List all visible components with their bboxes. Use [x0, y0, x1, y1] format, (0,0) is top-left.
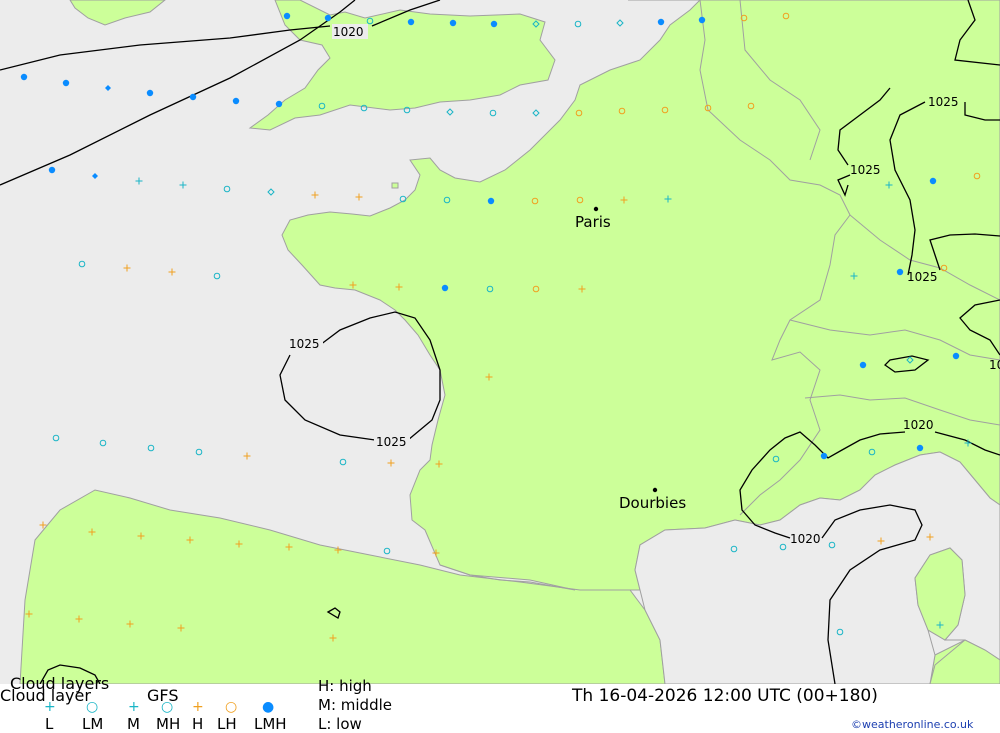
legend-label-mh: MH: [156, 715, 181, 733]
legend-label-lmh: LMH: [254, 715, 287, 733]
symbol-lmh-icon: [859, 361, 867, 369]
ring-icon: ○: [161, 699, 174, 715]
legend-bar: Cloud layers Cloud layer GFS + ○ + ○ + ○…: [0, 676, 1000, 733]
symbol-lmh-icon: [490, 20, 498, 28]
ring-icon: ○: [225, 699, 238, 715]
forecast-datetime: Th 16-04-2026 12:00 UTC (00+180): [572, 686, 878, 706]
symbol-lmh-icon: [48, 166, 56, 174]
map-canvas: 1020 1025 1025 1025 1025 1025 1020 1020 …: [0, 0, 1000, 684]
symbol-lmh-icon: [657, 18, 665, 26]
symbol-lmh-icon: [916, 444, 924, 452]
credit-link[interactable]: ©weatheronline.co.uk: [851, 718, 973, 731]
symbol-lmh-icon: [698, 16, 706, 24]
plus-icon: +: [44, 699, 56, 715]
symbol-lmh-icon: [896, 268, 904, 276]
isobar-label: 1025: [907, 270, 938, 284]
legend-label-lh: LH: [217, 715, 237, 733]
city-label-dourbies: Dourbies: [619, 494, 686, 512]
isobar-label: 10: [989, 358, 1000, 372]
symbol-lmh-icon: [820, 452, 828, 460]
symbol-lmh-icon: [449, 19, 457, 27]
isobar-label: 1020: [790, 532, 821, 546]
legend-key-low: L: low: [318, 715, 362, 733]
isobar-label: 1025: [289, 337, 320, 351]
legend-key-high: H: high: [318, 677, 372, 695]
symbol-lmh-icon: [232, 97, 240, 105]
symbol-lmh-icon: [146, 89, 154, 97]
symbol-lmh-icon: [189, 93, 197, 101]
city-dot-paris: [593, 206, 599, 212]
weather-map: 1020 1025 1025 1025 1025 1025 1020 1020 …: [0, 0, 1000, 684]
legend-label-h: H: [192, 715, 204, 733]
symbol-lmh-icon: [283, 12, 291, 20]
legend-key-middle: M: middle: [318, 696, 392, 714]
isobar-label: 1025: [850, 163, 881, 177]
land-channel-islands: [391, 182, 399, 189]
symbol-lmh-icon: [952, 352, 960, 360]
symbol-lmh-icon: [62, 79, 70, 87]
isobar-label: 1020: [333, 25, 364, 39]
symbol-lmh-icon: [275, 100, 283, 108]
city-label-paris: Paris: [575, 213, 611, 231]
symbol-lmh-icon: [407, 18, 415, 26]
filled-circle-icon: ●: [262, 699, 275, 715]
plus-icon: +: [128, 699, 140, 715]
legend-label-lm: LM: [82, 715, 104, 733]
isobar-label: 1020: [903, 418, 934, 432]
isobar-label: 1025: [376, 435, 407, 449]
symbol-lmh-icon: [324, 14, 332, 22]
symbol-lmh-icon: [487, 197, 495, 205]
symbol-lmh-icon: [20, 73, 28, 81]
city-dot-dourbies: [652, 487, 658, 493]
plus-icon: +: [192, 699, 204, 715]
legend-label-m: M: [127, 715, 140, 733]
isobar-label: 1025: [928, 95, 959, 109]
legend-label-l: L: [45, 715, 54, 733]
symbol-lmh-icon: [929, 177, 937, 185]
ring-icon: ○: [86, 699, 99, 715]
symbol-lmh-icon: [441, 284, 449, 292]
